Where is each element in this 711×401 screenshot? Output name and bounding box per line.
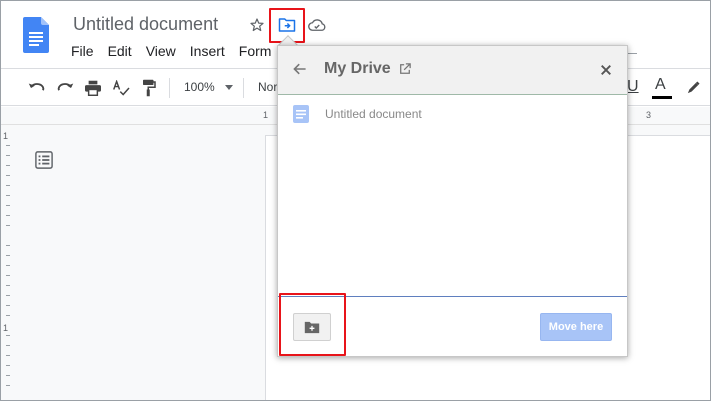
ruler-mark: 1 [3, 131, 9, 141]
open-in-new-icon[interactable] [399, 62, 411, 74]
toolbar-divider [243, 78, 244, 98]
move-dialog-title: My Drive [324, 60, 391, 77]
list-item-label: Untitled document [325, 107, 422, 121]
menu-edit[interactable]: Edit [108, 43, 132, 59]
new-folder-highlight-box [279, 293, 346, 356]
spellcheck-icon[interactable] [111, 78, 131, 98]
text-color-swatch [652, 96, 672, 99]
google-docs-window: Untitled document File Edit View Insert … [0, 0, 711, 401]
paint-format-icon[interactable] [139, 78, 159, 98]
menu-view[interactable]: View [146, 43, 176, 59]
cloud-saved-icon[interactable] [307, 15, 327, 35]
paragraph-style-select[interactable]: Nor [258, 80, 277, 94]
move-dialog-header: My Drive [278, 46, 627, 95]
ruler-mark: 1 [263, 110, 269, 120]
document-outline-icon[interactable] [35, 151, 55, 171]
close-icon[interactable] [600, 63, 614, 77]
print-icon[interactable] [83, 78, 103, 98]
undo-icon[interactable] [27, 78, 47, 98]
toolbar-divider [169, 78, 170, 98]
list-item[interactable]: Untitled document [278, 96, 627, 130]
text-color-button[interactable]: A [655, 76, 666, 94]
highlight-pen-icon[interactable] [683, 78, 703, 98]
menu-format[interactable]: Form [239, 43, 272, 59]
ruler-mark: 1 [3, 323, 9, 333]
menu-file[interactable]: File [71, 43, 94, 59]
zoom-dropdown-caret-icon[interactable] [225, 85, 233, 90]
document-title[interactable]: Untitled document [73, 14, 218, 35]
move-here-button[interactable]: Move here [540, 313, 612, 341]
underline-button[interactable]: U [627, 78, 639, 96]
menu-bar: File Edit View Insert Form [71, 43, 285, 59]
vertical-ruler[interactable]: 1 1 [1, 125, 13, 400]
back-arrow-icon[interactable] [292, 61, 310, 79]
menu-insert[interactable]: Insert [190, 43, 225, 59]
zoom-select[interactable]: 100% [184, 80, 215, 94]
doc-file-icon [293, 105, 309, 123]
star-icon[interactable] [247, 15, 267, 35]
ruler-mark: 3 [646, 110, 652, 120]
docs-logo-icon[interactable] [23, 17, 49, 53]
redo-icon[interactable] [55, 78, 75, 98]
